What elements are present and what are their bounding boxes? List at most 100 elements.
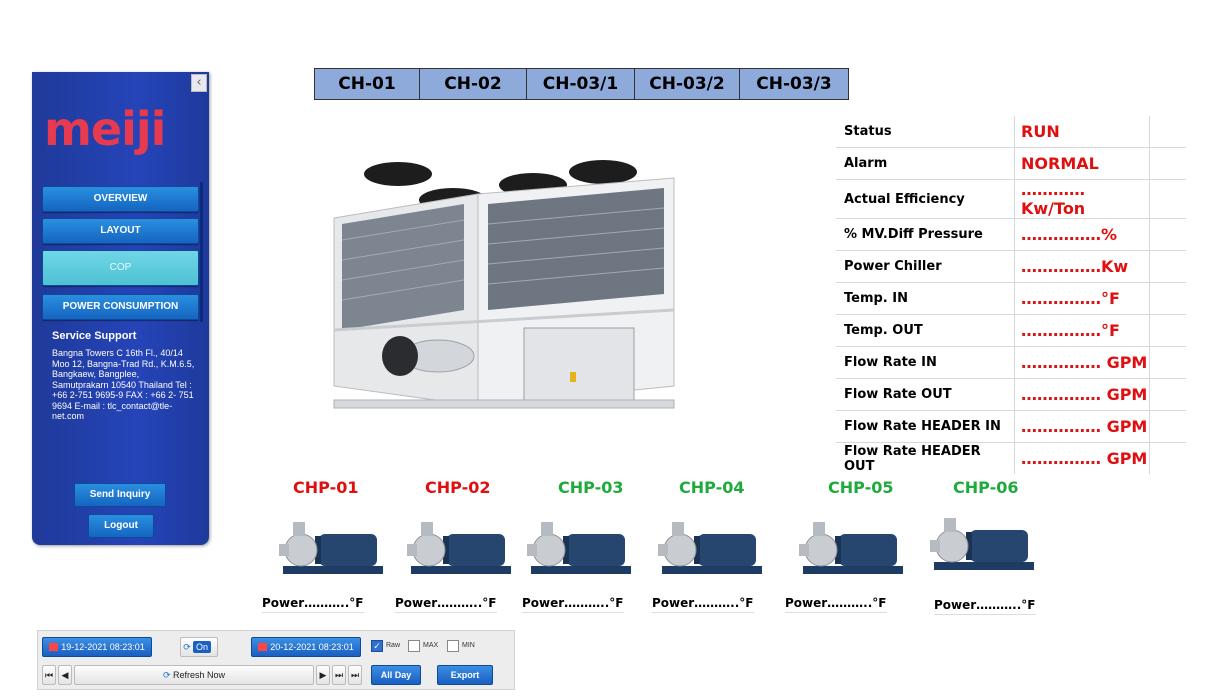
table-row: Power Chiller ……………Kw (836, 250, 1186, 283)
chiller-tabs: CH-01 CH-02 CH-03/1 CH-03/2 CH-03/3 (314, 68, 849, 100)
pump-power-chp-01: Power………..°F (262, 596, 364, 613)
pump-label-chp-02: CHP-02 (425, 478, 491, 497)
pump-power-chp-02: Power………..°F (395, 596, 497, 613)
refresh-icon: ⟳ (162, 670, 171, 680)
send-inquiry-button[interactable]: Send Inquiry (74, 483, 166, 507)
next-fast-icon[interactable]: ⏭ (332, 665, 346, 685)
min-checkbox[interactable] (447, 640, 459, 652)
meiji-logo: meiji (44, 102, 166, 156)
calendar-icon (258, 643, 268, 651)
sidebar-scrollbar[interactable] (200, 182, 203, 322)
pump-image-chp-01[interactable] (279, 512, 387, 582)
last-page-icon[interactable]: ⏭ (348, 665, 362, 685)
pump-image-chp-03[interactable] (527, 512, 635, 582)
status-label: Status (836, 116, 1015, 148)
refresh-now-button[interactable]: ⟳ Refresh Now (74, 665, 314, 685)
temp-in-value: ……………°F (1014, 282, 1150, 315)
pump-part (944, 518, 956, 532)
pump-part (412, 533, 446, 567)
pump-part (527, 544, 537, 556)
table-row: Status RUN (836, 116, 1186, 148)
flow-rate-in-value: …………… GPM (1014, 346, 1150, 379)
service-support-address: Bangna Towers C 16th Fl., 40/14 Moo 12, … (52, 348, 195, 421)
max-label: MAX (423, 642, 439, 649)
pump-image-chp-04[interactable] (658, 512, 766, 582)
pump-part (658, 544, 668, 556)
pump-part (698, 534, 756, 566)
flow-rate-out-value: …………… GPM (1014, 378, 1150, 411)
pump-part (279, 544, 289, 556)
temp-in-label: Temp. IN (836, 282, 1015, 315)
pump-label-chp-05: CHP-05 (828, 478, 894, 497)
pump-part (663, 533, 697, 567)
pump-part (930, 540, 940, 552)
logout-button[interactable]: Logout (88, 514, 154, 538)
status-value: RUN (1014, 116, 1150, 148)
flow-rate-header-out-value: …………… GPM (1014, 442, 1150, 474)
auto-refresh-state: On (193, 641, 212, 653)
start-date-value: 19-12-2021 08:23:01 (61, 642, 145, 652)
calendar-icon (49, 643, 59, 651)
tab-ch-02[interactable]: CH-02 (420, 69, 527, 99)
pump-part (804, 533, 838, 567)
pump-part (567, 534, 625, 566)
pump-power-chp-04: Power………..°F (652, 596, 754, 613)
first-page-icon[interactable]: ⏮ (42, 665, 56, 685)
end-date-picker[interactable]: 20-12-2021 08:23:01 (251, 637, 361, 657)
temp-out-value: ……………°F (1014, 314, 1150, 347)
raw-label: Raw (386, 642, 401, 649)
tab-ch-03-1[interactable]: CH-03/1 (527, 69, 635, 99)
table-row: Flow Rate HEADER OUT …………… GPM (836, 442, 1186, 474)
flow-rate-out-label: Flow Rate OUT (836, 378, 1015, 411)
all-day-button[interactable]: All Day (371, 665, 421, 685)
pump-part (803, 566, 903, 574)
tab-ch-03-2[interactable]: CH-03/2 (635, 69, 740, 99)
pump-part (672, 522, 684, 536)
power-chiller-value: ……………Kw (1014, 250, 1150, 283)
table-row: Flow Rate OUT …………… GPM (836, 378, 1186, 411)
max-checkbox[interactable] (408, 640, 420, 652)
pump-label-chp-03: CHP-03 (558, 478, 624, 497)
pump-image-chp-06[interactable] (930, 508, 1038, 578)
pump-part (531, 566, 631, 574)
pump-label-chp-01: CHP-01 (293, 478, 359, 497)
pump-part (284, 533, 318, 567)
pump-label-chp-06: CHP-06 (953, 478, 1019, 497)
pump-power-chp-05: Power………..°F (785, 596, 887, 613)
export-button[interactable]: Export (437, 665, 493, 685)
nav-power-consumption-button[interactable]: POWER CONSUMPTION (42, 294, 199, 320)
prev-page-icon[interactable]: ◀ (58, 665, 72, 685)
pump-part (447, 534, 505, 566)
tab-ch-01[interactable]: CH-01 (315, 69, 420, 99)
pump-label-chp-04: CHP-04 (679, 478, 745, 497)
collapse-sidebar-icon[interactable]: ‹ (191, 74, 207, 92)
start-date-picker[interactable]: 19-12-2021 08:23:01 (42, 637, 152, 657)
pump-part (319, 534, 377, 566)
pump-image-chp-02[interactable] (407, 512, 515, 582)
temp-out-label: Temp. OUT (836, 314, 1015, 347)
raw-checkbox[interactable]: ✓ (371, 640, 383, 652)
table-row: Flow Rate IN …………… GPM (836, 346, 1186, 379)
refresh-now-label: Refresh Now (173, 670, 226, 680)
pump-part (662, 566, 762, 574)
pump-image-chp-05[interactable] (799, 512, 907, 582)
pump-part (970, 530, 1028, 562)
pump-part (283, 566, 383, 574)
pump-part (532, 533, 566, 567)
pump-power-chp-03: Power………..°F (522, 596, 624, 613)
actual-efficiency-value: …………Kw/Ton (1014, 179, 1150, 219)
nav-cop-button[interactable]: COP (42, 250, 199, 286)
min-label: MIN (462, 642, 475, 649)
auto-refresh-toggle[interactable]: ⟳ On (180, 637, 218, 657)
pump-part (813, 522, 825, 536)
tab-ch-03-3[interactable]: CH-03/3 (740, 69, 848, 99)
pump-part (411, 566, 511, 574)
flow-rate-header-out-label: Flow Rate HEADER OUT (836, 442, 1015, 474)
power-chiller-label: Power Chiller (836, 250, 1015, 283)
nav-overview-button[interactable]: OVERVIEW (42, 186, 199, 212)
table-row: Temp. OUT ……………°F (836, 314, 1186, 347)
alarm-value: NORMAL (1014, 147, 1150, 180)
nav-layout-button[interactable]: LAYOUT (42, 218, 199, 244)
pump-part (799, 544, 809, 556)
next-page-icon[interactable]: ▶ (316, 665, 330, 685)
